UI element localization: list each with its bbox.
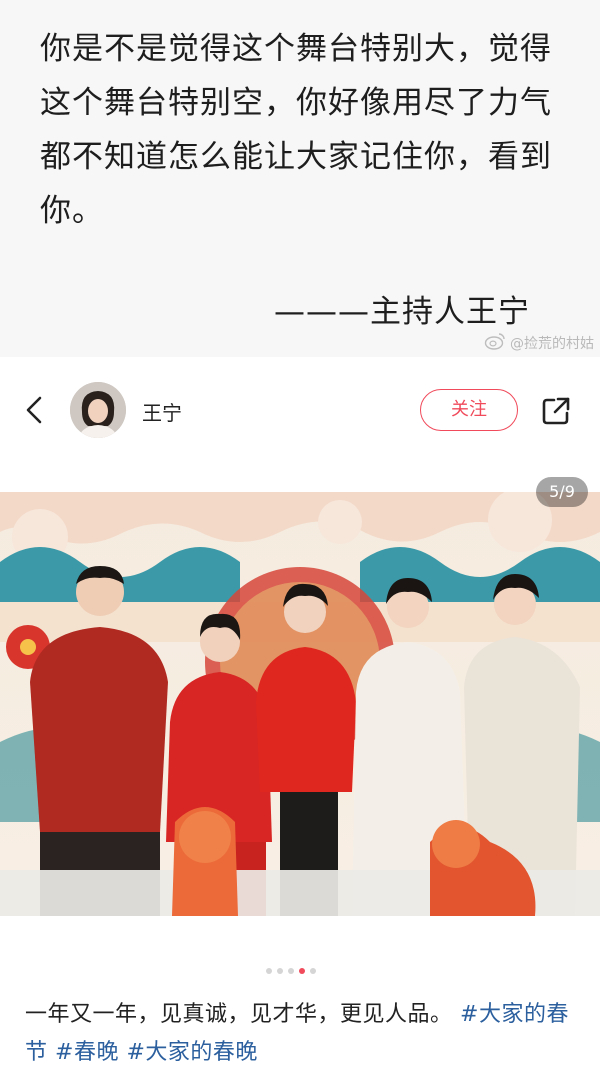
watermark-text: @捡荒的村姑 [510,336,594,352]
caption-text: 一年又一年，见真诚，见才华，更见人品。 [25,1002,453,1027]
page-dot[interactable] [277,968,283,974]
gallery-pagination [266,968,316,974]
hashtag-link[interactable]: #春晚 [55,1040,119,1065]
page-dot-active[interactable] [299,968,305,974]
page-dot[interactable] [310,968,316,974]
post-caption: 一年又一年，见真诚，见才华，更见人品。 #大家的春节 #春晚 #大家的春晚 [25,996,585,1072]
quote-author: ———主持人王宁 [274,294,530,330]
watermark: @捡荒的村姑 [484,332,594,354]
post-photo[interactable] [0,492,600,916]
quote-image: 你是不是觉得这个舞台特别大，觉得这个舞台特别空，你好像用尽了力气都不知道怎么能让… [0,0,600,357]
share-icon[interactable] [540,395,572,427]
quote-text: 你是不是觉得这个舞台特别大，觉得这个舞台特别空，你好像用尽了力气都不知道怎么能让… [40,31,552,229]
back-icon[interactable] [22,395,48,425]
avatar[interactable] [70,382,126,438]
follow-button[interactable]: 关注 [420,389,518,431]
profile-header: 王宁 关注 [0,357,600,465]
weibo-icon [484,332,506,354]
page-dot[interactable] [266,968,272,974]
user-name[interactable]: 王宁 [142,397,182,426]
page-counter: 5/9 [536,477,588,507]
page-dot[interactable] [288,968,294,974]
hashtag-link[interactable]: #大家的春晚 [126,1040,257,1065]
